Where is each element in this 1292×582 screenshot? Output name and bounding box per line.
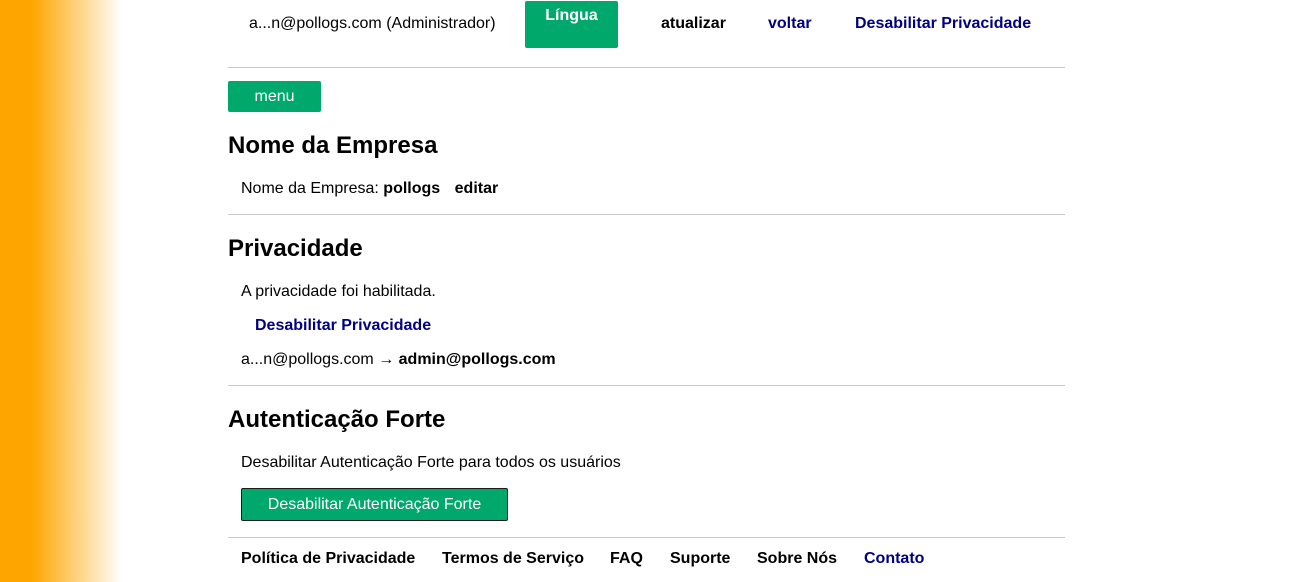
footer-support-link[interactable]: Suporte bbox=[670, 550, 730, 568]
company-name-row: Nome da Empresa: pollogs editar bbox=[241, 180, 498, 198]
refresh-link[interactable]: atualizar bbox=[661, 15, 726, 33]
strong-auth-section-title: Autenticação Forte bbox=[228, 406, 446, 433]
menu-button[interactable]: menu bbox=[228, 81, 321, 112]
back-link[interactable]: voltar bbox=[768, 15, 812, 33]
main-container: a...n@pollogs.com (Administrador) Língua… bbox=[228, 0, 1065, 567]
footer-faq-link[interactable]: FAQ bbox=[610, 550, 643, 568]
language-button[interactable]: Língua bbox=[525, 1, 618, 48]
side-gradient-decoration bbox=[0, 0, 122, 582]
footer-contact-link[interactable]: Contato bbox=[864, 550, 924, 568]
real-email: admin@pollogs.com bbox=[398, 351, 556, 368]
privacy-mapping-row: a...n@pollogs.com → admin@pollogs.com bbox=[241, 351, 556, 369]
privacy-section-title: Privacidade bbox=[228, 235, 363, 262]
company-name-value: pollogs bbox=[383, 180, 441, 197]
edit-company-link[interactable]: editar bbox=[455, 180, 499, 197]
top-bar: a...n@pollogs.com (Administrador) Língua… bbox=[228, 0, 1065, 68]
privacy-status: A privacidade foi habilitada. bbox=[241, 283, 436, 300]
disable-privacy-header-link[interactable]: Desabilitar Privacidade bbox=[855, 15, 1031, 33]
divider bbox=[228, 537, 1065, 538]
masked-email: a...n@pollogs.com bbox=[241, 351, 374, 368]
company-section-title: Nome da Empresa bbox=[228, 132, 438, 159]
divider bbox=[228, 214, 1065, 215]
divider bbox=[228, 385, 1065, 386]
current-user-label: a...n@pollogs.com (Administrador) bbox=[249, 15, 496, 32]
footer-terms-link[interactable]: Termos de Serviço bbox=[442, 550, 584, 568]
disable-privacy-link[interactable]: Desabilitar Privacidade bbox=[255, 317, 431, 335]
disable-strong-auth-button[interactable]: Desabilitar Autenticação Forte bbox=[241, 488, 508, 521]
footer-about-link[interactable]: Sobre Nós bbox=[757, 550, 837, 568]
company-name-label: Nome da Empresa: bbox=[241, 180, 379, 197]
strong-auth-description: Desabilitar Autenticação Forte para todo… bbox=[241, 454, 621, 471]
arrow-icon: → bbox=[378, 351, 395, 368]
footer-privacy-policy-link[interactable]: Política de Privacidade bbox=[241, 550, 415, 568]
